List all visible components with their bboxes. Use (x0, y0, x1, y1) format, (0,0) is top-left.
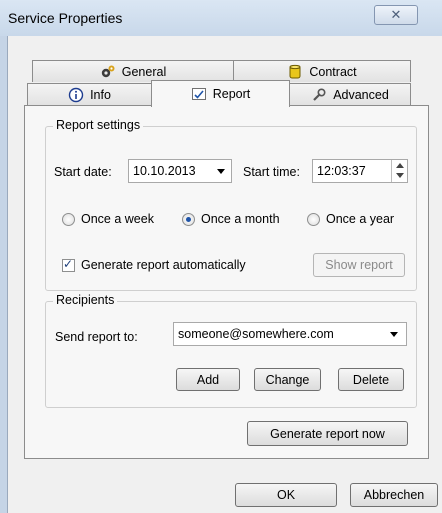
cancel-label: Abbrechen (363, 488, 425, 502)
generate-report-now-button[interactable]: Generate report now (247, 421, 408, 446)
auto-generate-checkbox-row[interactable]: ✓ Generate report automatically (62, 256, 246, 272)
recipients-legend: Recipients (53, 293, 118, 307)
start-date-value: 10.10.2013 (133, 164, 196, 178)
wrench-icon (311, 87, 327, 103)
chevron-down-icon[interactable] (217, 168, 225, 174)
ok-label: OK (276, 488, 296, 502)
radio-label: Once a month (201, 212, 280, 226)
send-to-value: someone@somewhere.com (178, 327, 334, 341)
tab-label: Info (90, 87, 111, 102)
start-date-label: Start date: (54, 165, 112, 179)
auto-generate-label: Generate report automatically (81, 258, 246, 272)
report-tab-panel: Report settings Start date: 10.10.2013 S… (24, 105, 429, 459)
tab-info[interactable]: Info (27, 83, 152, 105)
gears-icon (100, 64, 116, 80)
info-icon (68, 87, 84, 103)
show-report-label: Show report (325, 258, 393, 272)
close-icon: ✕ (390, 7, 402, 22)
time-spin-buttons[interactable] (391, 160, 407, 182)
tab-advanced[interactable]: Advanced (289, 83, 411, 105)
tab-contract[interactable]: Contract (233, 60, 411, 82)
change-button[interactable]: Change (254, 368, 321, 391)
database-icon (287, 64, 303, 80)
radio-button[interactable] (182, 212, 195, 226)
add-label: Add (196, 372, 220, 387)
tab-label: Advanced (333, 87, 389, 102)
start-time-spinner[interactable]: 12:03:37 (312, 159, 408, 183)
start-time-label: Start time: (243, 165, 300, 179)
add-button[interactable]: Add (176, 368, 240, 391)
start-time-value: 12:03:37 (317, 164, 366, 178)
radio-label: Once a year (326, 212, 395, 226)
generate-report-now-label: Generate report now (270, 426, 385, 441)
checkmark-icon: ✓ (63, 256, 74, 271)
auto-generate-checkbox[interactable]: ✓ (62, 256, 75, 272)
title-bar: Service Properties ✕ (0, 0, 442, 36)
radio-once-a-week[interactable]: Once a week (62, 212, 154, 226)
radio-once-a-year[interactable]: Once a year (307, 212, 394, 226)
change-label: Change (265, 372, 310, 387)
delete-label: Delete (352, 372, 390, 387)
chevron-down-icon[interactable] (390, 331, 398, 337)
tab-label: Report (212, 87, 251, 101)
report-icon (191, 86, 207, 102)
tab-report[interactable]: Report (151, 80, 290, 107)
tab-general[interactable]: General (32, 60, 234, 82)
tab-label: Contract (309, 64, 357, 79)
tab-label: General (121, 64, 167, 79)
send-to-combobox[interactable]: someone@somewhere.com (173, 322, 407, 346)
recipients-group (45, 301, 417, 408)
show-report-button[interactable]: Show report (313, 253, 405, 277)
radio-label: Once a week (81, 212, 154, 226)
start-date-picker[interactable]: 10.10.2013 (128, 159, 232, 183)
send-to-label: Send report to: (55, 330, 138, 344)
radio-once-a-month[interactable]: Once a month (182, 212, 280, 226)
cancel-button[interactable]: Abbrechen (350, 483, 438, 507)
close-button[interactable]: ✕ (374, 5, 418, 25)
radio-button[interactable] (62, 212, 75, 226)
ok-button[interactable]: OK (235, 483, 337, 507)
delete-button[interactable]: Delete (338, 368, 404, 391)
spin-up-icon[interactable] (396, 163, 404, 168)
radio-button[interactable] (307, 212, 320, 226)
report-settings-legend: Report settings (53, 118, 144, 132)
window-frame: Service Properties ✕ General Contract In… (0, 0, 442, 513)
window-title: Service Properties (8, 10, 123, 26)
spin-down-icon[interactable] (396, 173, 404, 178)
